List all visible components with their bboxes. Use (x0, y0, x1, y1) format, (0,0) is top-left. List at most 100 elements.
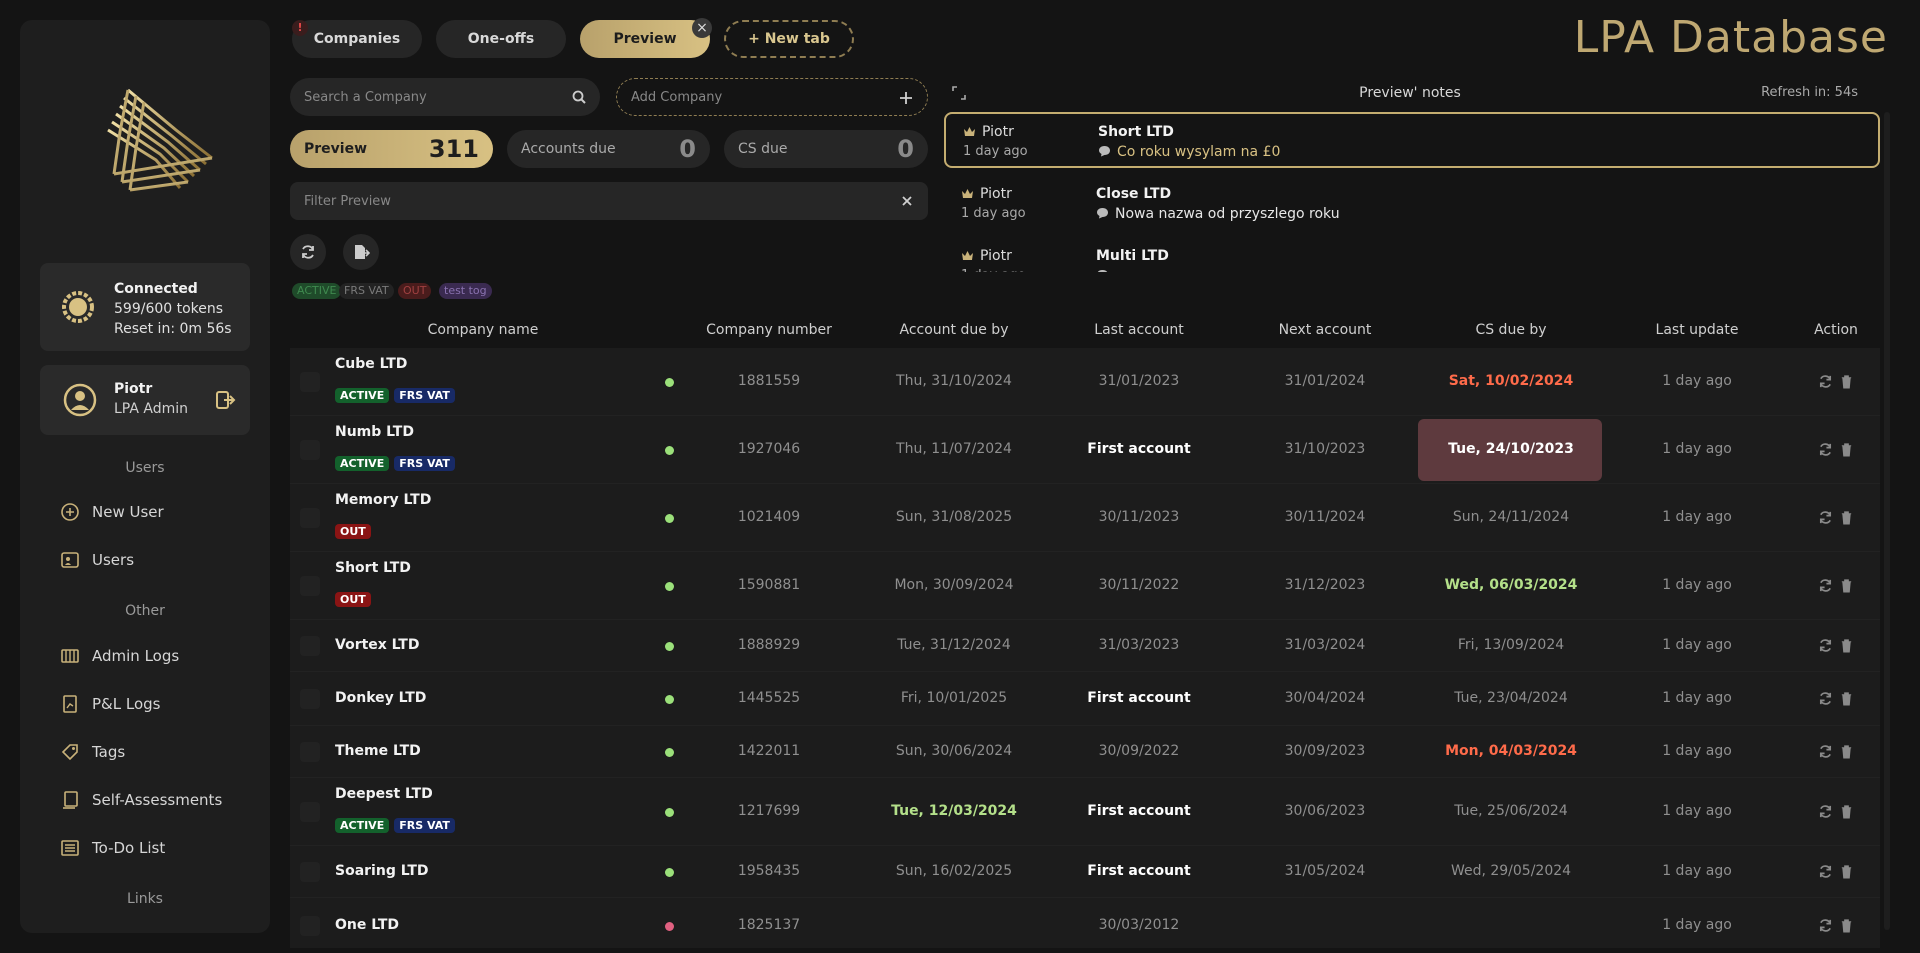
filter-input[interactable]: Filter Preview (290, 182, 928, 220)
table-body: Cube LTD ACTIVE FRS VAT 1881559 Thu, 31/10/2… (290, 348, 1880, 948)
sidebar-item-label: Self-Assessments (92, 791, 223, 809)
account-due-by: Sun, 30/06/2024 (895, 743, 1013, 759)
refresh-icon[interactable] (1818, 510, 1833, 529)
note-item[interactable]: Piotr 1 day ago Short LTD Co roku wysylam n… (944, 112, 1880, 168)
row-checkbox[interactable] (300, 636, 320, 656)
table-row[interactable]: Short LTD OUT 1590881 Mon, 30/09/2024 30/11/… (290, 552, 1880, 620)
stat-preview[interactable]: Preview 311 (290, 130, 493, 168)
table-row[interactable]: Memory LTD OUT 1021409 Sun, 31/08/2025 30/11… (290, 484, 1880, 552)
company-name[interactable]: Vortex LTD (335, 637, 419, 653)
trash-icon[interactable] (1839, 864, 1854, 883)
company-name[interactable]: Short LTD (335, 560, 411, 576)
table-row[interactable]: Cube LTD ACTIVE FRS VAT 1881559 Thu, 31/10/2… (290, 348, 1880, 416)
sidebar-item-new-user[interactable]: New User (60, 500, 164, 524)
company-name[interactable]: Memory LTD (335, 492, 431, 508)
cs-due-by: Wed, 06/03/2024 (1444, 577, 1578, 593)
table-row[interactable]: Soaring LTD 1958435 Sun, 16/02/2025 First a… (290, 846, 1880, 898)
table-row[interactable]: Deepest LTD ACTIVE FRS VAT 1217699 Tue, 12/0… (290, 778, 1880, 846)
refresh-icon[interactable] (1818, 638, 1833, 657)
header-company-name[interactable]: Company name (428, 322, 539, 338)
header-company-number[interactable]: Company number (706, 322, 832, 338)
company-name[interactable]: Donkey LTD (335, 690, 426, 706)
refresh-icon[interactable] (1818, 804, 1833, 823)
refresh-icon[interactable] (1818, 374, 1833, 393)
company-name[interactable]: Deepest LTD (335, 786, 433, 802)
row-checkbox[interactable] (300, 689, 320, 709)
next-account: 30/09/2023 (1284, 743, 1366, 759)
last-update: 1 day ago (1662, 917, 1732, 933)
sidebar-item-tags[interactable]: Tags (60, 740, 125, 764)
trash-icon[interactable] (1839, 691, 1854, 710)
note-item[interactable]: Piotr 1 day ago Multi LTD (944, 238, 1880, 272)
sidebar-item-todo-list[interactable]: To-Do List (60, 836, 165, 860)
tag-legend-item[interactable]: ACTIVE (292, 283, 342, 299)
refresh-icon[interactable] (1818, 578, 1833, 597)
header-last-update[interactable]: Last update (1656, 322, 1739, 338)
new-tab-button[interactable]: + New tab (724, 20, 854, 58)
trash-icon[interactable] (1839, 374, 1854, 393)
refresh-button[interactable] (290, 234, 326, 270)
table-row[interactable]: Numb LTD ACTIVE FRS VAT 1927046 Thu, 11/07/2… (290, 416, 1880, 484)
stat-cs-due[interactable]: CS due 0 (724, 130, 928, 168)
table-row[interactable]: Vortex LTD 1888929 Tue, 31/12/2024 31/03/20… (290, 620, 1880, 672)
last-update: 1 day ago (1662, 690, 1732, 706)
refresh-icon[interactable] (1818, 744, 1833, 763)
tab-companies[interactable]: Companies (292, 20, 422, 58)
trash-icon[interactable] (1839, 918, 1854, 937)
row-checkbox[interactable] (300, 508, 320, 528)
note-item[interactable]: Piotr 1 day ago Close LTD Nowa nazwa od prz… (944, 176, 1880, 232)
tab-preview[interactable]: Preview (580, 20, 710, 58)
sidebar-item-users[interactable]: Users (60, 548, 134, 572)
table-row[interactable]: Theme LTD 1422011 Sun, 30/06/2024 30/09/202… (290, 726, 1880, 778)
crown-icon (961, 187, 974, 203)
row-checkbox[interactable] (300, 862, 320, 882)
trash-icon[interactable] (1839, 638, 1854, 657)
sidebar-item-self-assessments[interactable]: Self-Assessments (60, 788, 222, 812)
tag-legend-item[interactable]: FRS VAT (339, 283, 394, 299)
stat-accounts-due[interactable]: Accounts due 0 (507, 130, 710, 168)
row-checkbox[interactable] (300, 742, 320, 762)
row-checkbox[interactable] (300, 576, 320, 596)
table-row[interactable]: One LTD 1825137 30/03/2012 1 day ago (290, 898, 1880, 948)
last-update: 1 day ago (1662, 863, 1732, 879)
trash-icon[interactable] (1839, 442, 1854, 461)
company-name[interactable]: Soaring LTD (335, 863, 429, 879)
tag-legend-item[interactable]: test tog (439, 283, 492, 299)
tag-legend-item[interactable]: OUT (398, 283, 432, 299)
header-account-due-by[interactable]: Account due by (900, 322, 1009, 338)
close-tab-icon[interactable]: × (692, 18, 712, 38)
plus-icon[interactable] (899, 91, 913, 105)
table-row[interactable]: Donkey LTD 1445525 Fri, 10/01/2025 First ac… (290, 672, 1880, 726)
search-input[interactable]: Search a Company (290, 78, 600, 116)
sidebar-item-admin-logs[interactable]: Admin Logs (60, 644, 179, 668)
company-name[interactable]: Theme LTD (335, 743, 421, 759)
connection-status: Connected (114, 281, 198, 297)
trash-icon[interactable] (1839, 804, 1854, 823)
header-last-account[interactable]: Last account (1094, 322, 1183, 338)
company-name[interactable]: One LTD (335, 917, 399, 933)
company-name[interactable]: Cube LTD (335, 356, 407, 372)
row-checkbox[interactable] (300, 440, 320, 460)
trash-icon[interactable] (1839, 510, 1854, 529)
sidebar-item-pl-logs[interactable]: P&L Logs (60, 692, 160, 716)
refresh-icon[interactable] (1818, 691, 1833, 710)
row-checkbox[interactable] (300, 802, 320, 822)
trash-icon[interactable] (1839, 578, 1854, 597)
refresh-icon[interactable] (1818, 442, 1833, 461)
company-name[interactable]: Numb LTD (335, 424, 414, 440)
logout-icon[interactable] (214, 389, 236, 411)
scrollbar[interactable] (1884, 112, 1890, 930)
trash-icon[interactable] (1839, 744, 1854, 763)
row-checkbox[interactable] (300, 372, 320, 392)
refresh-icon[interactable] (1818, 918, 1833, 937)
export-button[interactable] (343, 234, 379, 270)
export-file-icon (355, 245, 370, 259)
next-account: 31/01/2024 (1284, 373, 1366, 389)
tab-one-offs[interactable]: One-offs (436, 20, 566, 58)
add-company-input[interactable]: Add Company (616, 78, 928, 116)
row-checkbox[interactable] (300, 916, 320, 936)
header-cs-due-by[interactable]: CS due by (1475, 322, 1546, 338)
clear-icon[interactable] (900, 194, 914, 208)
refresh-icon[interactable] (1818, 864, 1833, 883)
header-next-account[interactable]: Next account (1279, 322, 1372, 338)
